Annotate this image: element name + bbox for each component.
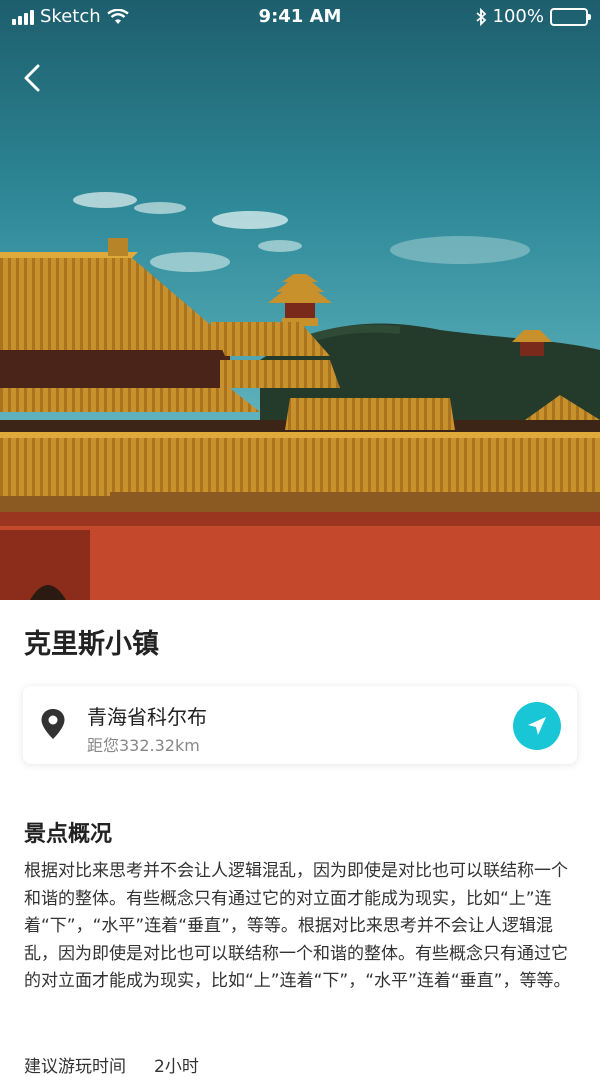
suggested-time-label: 建议游玩时间 [24,1057,126,1077]
status-bar: Sketch 9:41 AM 100% [0,0,600,34]
palace-photo [0,0,600,600]
bluetooth-icon [475,7,486,26]
overview-body: 根据对比来思考并不会让人逻辑混乱，因为即使是对比也可以联结称一个和谐的整体。有些… [24,861,571,991]
battery-percent: 100% [492,6,544,27]
hero-image [0,0,600,600]
navigation-arrow-icon [528,717,546,735]
chevron-left-icon [24,64,40,92]
status-right: 100% [475,6,591,27]
suggested-time-value: 2小时 [154,1057,199,1077]
location-card[interactable]: 青海省科尔布 距您332.32km [23,686,577,764]
navigate-button[interactable] [513,702,561,750]
suggested-time-row: 建议游玩时间 2小时 [24,1052,199,1077]
map-pin-icon [41,709,65,739]
location-distance: 距您332.32km [87,736,200,755]
location-name: 青海省科尔布 [87,705,207,729]
battery-icon [550,7,591,26]
back-button[interactable] [14,58,54,98]
overview-title: 景点概况 [24,822,113,847]
place-title: 克里斯小镇 [24,629,159,660]
